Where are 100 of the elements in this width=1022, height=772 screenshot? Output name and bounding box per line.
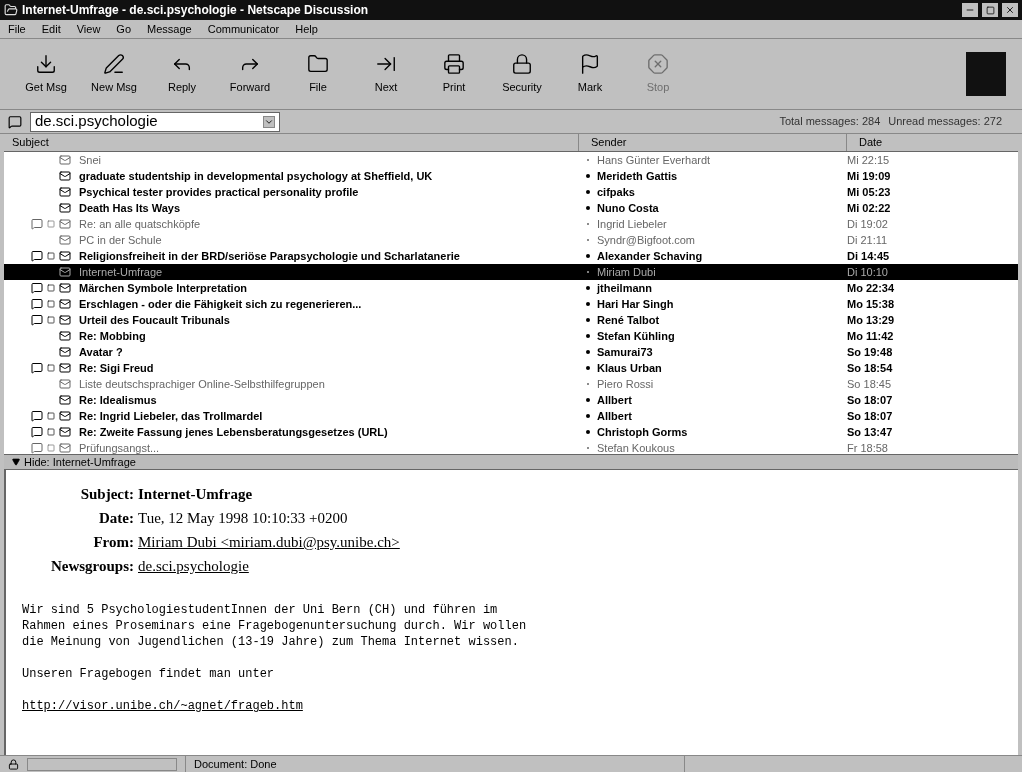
minimize-button[interactable] <box>962 3 978 17</box>
thread-icon <box>31 282 43 294</box>
column-header[interactable]: Sender <box>579 134 847 151</box>
message-icon <box>59 170 71 182</box>
subject-cell-text: Märchen Symbole Interpretation <box>79 280 249 296</box>
date-cell-text: Mo 15:38 <box>847 296 896 312</box>
thread-icon <box>31 298 43 310</box>
message-row[interactable]: Prüfungsangst... Stefan Koukous Fr 18:58 <box>4 440 1018 454</box>
message-row[interactable]: Märchen Symbole Interpretation jtheilmann Mo 22:34 <box>4 280 1018 296</box>
toolbar-button[interactable]: Get Msg <box>16 52 76 96</box>
message-icon <box>59 298 71 310</box>
toolbar-button[interactable]: New Msg <box>84 52 144 96</box>
close-button[interactable] <box>1002 3 1018 17</box>
date-cell-text: Fr 18:58 <box>847 440 889 454</box>
message-row[interactable]: Snei Hans Günter Everhardt Mi 22:15 <box>4 152 1018 168</box>
message-row[interactable]: Religionsfreiheit in der BRD/seriöse Parapsychologie und Scharlatanerie Alexander Schaving Di 14:45 <box>4 248 1018 264</box>
menu-item[interactable]: Go <box>116 20 132 38</box>
sender-cell-text: Klaus Urban <box>597 360 663 376</box>
header-label: From: <box>92 533 134 552</box>
message-row[interactable]: Avatar ? Samurai73 So 19:48 <box>4 344 1018 360</box>
sender-cell-text: Nuno Costa <box>597 200 660 216</box>
date-cell-text: Di 19:02 <box>847 216 889 232</box>
toolbar-button[interactable]: Print <box>424 52 484 96</box>
message-row[interactable]: Erschlagen - oder die Fähigkeit sich zu regenerieren... Hari Har Singh Mo 15:38 <box>4 296 1018 312</box>
message-row[interactable]: Death Has Its Ways Nuno Costa Mi 02:22 <box>4 200 1018 216</box>
message-row[interactable]: Re: an alle quatschköpfe Ingrid Liebeler Di 19:02 <box>4 216 1018 232</box>
message-row[interactable]: Re: Idealismus Allbert So 18:07 <box>4 392 1018 408</box>
message-icon <box>59 378 71 390</box>
column-header[interactable]: Date <box>847 134 1018 151</box>
newsgroup-dropdown[interactable]: de.sci.psychologie <box>30 111 280 132</box>
message-icon <box>59 410 71 422</box>
window-title: Internet-Umfrage - de.sci.psychologie - Netscape Discussion <box>22 2 369 19</box>
message-row[interactable]: Internet-Umfrage Miriam Dubi Di 10:10 <box>4 264 1018 280</box>
sender-cell-text: Stefan Kühling <box>597 328 676 344</box>
thread-icon <box>31 250 43 262</box>
url-link[interactable]: http://visor.unibe.ch/~agnet/frageb.htm <box>22 698 303 714</box>
menu-item[interactable]: View <box>76 20 101 38</box>
subject-cell-text: Re: Mobbing <box>79 328 147 344</box>
body-paragraph: Wir sind 5 PsychologiestudentInnen der Uni Bern (CH) und führen im Rahmen eines Proseminars eine Fragebogenuntersuchung durch. Wir wollen die Meinung von Jugendlichen (13-19 Jahre) zum Thema Internet wissen. <box>22 602 528 650</box>
date-cell-text: Di 21:11 <box>847 232 889 248</box>
subject-cell-text: Erschlagen - oder die Fähigkeit sich zu regenerieren... <box>79 296 363 312</box>
menu-item[interactable]: Help <box>295 20 318 38</box>
header-label: Subject: <box>79 485 134 504</box>
caret-icon <box>263 115 275 128</box>
toolbar-button[interactable]: Reply <box>152 52 212 96</box>
date-cell-text: Mi 02:22 <box>847 200 892 216</box>
message-icon <box>59 266 71 278</box>
subject-cell-text: Urteil des Foucault Tribunals <box>79 312 231 328</box>
header-link[interactable]: de.sci.psychologie <box>138 554 400 578</box>
column-header[interactable]: Subject <box>4 134 579 151</box>
maximize-button[interactable] <box>982 3 998 17</box>
subject-cell-text: Re: Zweite Fassung jenes Lebensberatungsgesetzes (URL) <box>79 424 389 440</box>
menu-item[interactable]: Communicator <box>207 20 280 38</box>
message-row[interactable]: graduate studentship in developmental psychology at Sheffield, UK Merideth Gattis Mi 19:09 <box>4 168 1018 184</box>
thread-icon <box>31 218 43 230</box>
subject-cell-text: Re: Sigi Freud <box>79 360 155 376</box>
sender-cell-text: cifpaks <box>597 184 636 200</box>
message-row[interactable]: Re: Ingrid Liebeler, das Trollmardel Allbert So 18:07 <box>4 408 1018 424</box>
message-icon <box>59 426 71 438</box>
message-row[interactable]: Re: Zweite Fassung jenes Lebensberatungsgesetzes (URL) Christoph Gorms So 13:47 <box>4 424 1018 440</box>
sender-cell-text: Samurai73 <box>597 344 654 360</box>
message-icon <box>59 186 71 198</box>
maximize-icon <box>985 5 995 15</box>
toolbar-button[interactable]: Forward <box>220 52 280 96</box>
menu-item[interactable]: Message <box>147 20 192 38</box>
message-row[interactable]: PC in der Schule Syndr@Bigfoot.com Di 21:11 <box>4 232 1018 248</box>
thread-icon <box>31 314 43 326</box>
sender-cell-text: Merideth Gattis <box>597 168 679 184</box>
header-link[interactable]: Miriam Dubi <miriam.dubi@psy.unibe.ch> <box>138 530 400 554</box>
thread-icon <box>31 362 43 374</box>
message-row[interactable]: Psychical tester provides practical personality profile cifpaks Mi 05:23 <box>4 184 1018 200</box>
date-cell-text: So 13:47 <box>847 424 894 440</box>
message-row[interactable]: Re: Sigi Freud Klaus Urban So 18:54 <box>4 360 1018 376</box>
date-cell-text: Di 14:45 <box>847 248 891 264</box>
print-icon <box>443 52 465 75</box>
toolbar-button[interactable]: Next <box>356 52 416 96</box>
date-cell-text: Mi 05:23 <box>847 184 892 200</box>
date-cell-text: So 19:48 <box>847 344 894 360</box>
message-row[interactable]: Urteil des Foucault Tribunals René Talbot Mo 13:29 <box>4 312 1018 328</box>
toolbar-button[interactable]: File <box>288 52 348 96</box>
menu-item[interactable]: Edit <box>41 20 61 38</box>
thread-icon <box>31 426 43 438</box>
sender-cell-text: Stefan Koukous <box>597 440 676 454</box>
hide-bar[interactable]: Hide: Internet-Umfrage <box>4 454 1018 470</box>
sender-cell-text: Piero Rossi <box>597 376 655 392</box>
app-icon <box>4 3 18 17</box>
subject-cell-text: Avatar ? <box>79 344 124 360</box>
date-cell-text: Di 10:10 <box>847 264 889 280</box>
thread-icon <box>31 442 43 454</box>
sender-cell-text: jtheilmann <box>597 280 653 296</box>
message-row[interactable]: Liste deutschsprachiger Online-Selbsthilfegruppen Piero Rossi So 18:45 <box>4 376 1018 392</box>
message-icon <box>59 202 71 214</box>
message-icon <box>59 330 71 342</box>
date-cell-text: So 18:07 <box>847 408 894 424</box>
message-row[interactable]: Re: Mobbing Stefan Kühling Mo 11:42 <box>4 328 1018 344</box>
toolbar-button[interactable]: Mark <box>560 52 620 96</box>
unread-messages: Unread messages: 272 <box>888 114 1002 130</box>
toolbar-button[interactable]: Security <box>492 52 552 96</box>
status-text: Document: Done <box>185 754 685 772</box>
menu-item[interactable]: File <box>8 20 26 38</box>
